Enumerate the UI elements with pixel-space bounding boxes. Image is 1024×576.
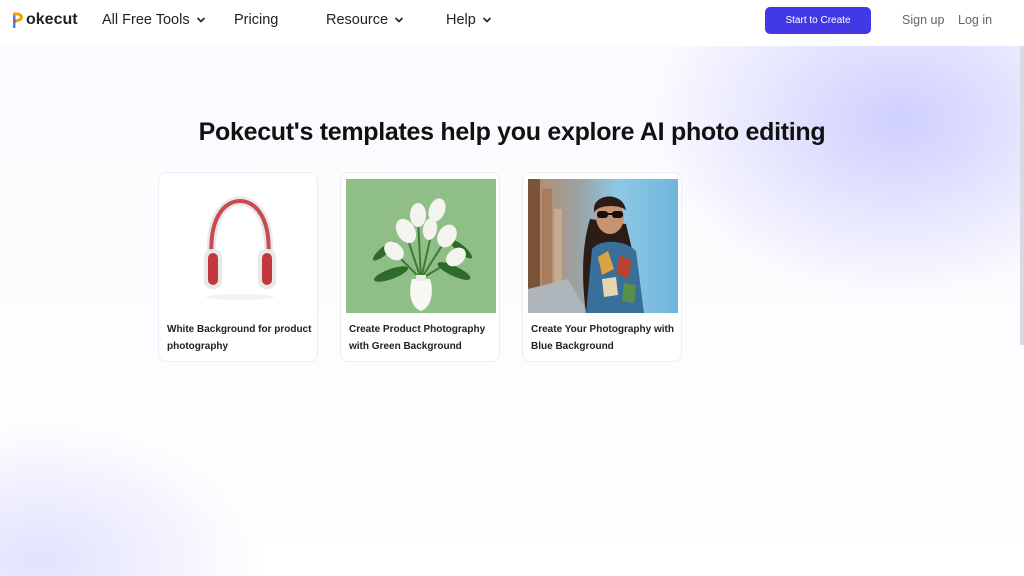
template-card-blue-background[interactable]: Create Your Photography with Blue Backgr… (522, 172, 682, 362)
chevron-down-icon (482, 17, 491, 23)
logo[interactable]: okecut (13, 11, 78, 29)
logo-text: okecut (26, 11, 78, 28)
top-nav: okecut All Free Tools Pricing Resource H… (0, 0, 1024, 46)
log-in-link[interactable]: Log in (958, 13, 992, 27)
sign-up-link[interactable]: Sign up (902, 13, 944, 27)
nav-pricing[interactable]: Pricing (234, 12, 278, 28)
woman-portrait-image (528, 179, 678, 313)
nav-label: Resource (326, 12, 389, 28)
headphones-image (164, 179, 314, 313)
scrollbar[interactable] (1020, 0, 1024, 345)
nav-label: All Free Tools (102, 12, 190, 28)
card-label: White Background for product photography (167, 324, 312, 352)
template-card-green-background[interactable]: Create Product Photography with Green Ba… (340, 172, 500, 362)
card-label: Create Your Photography with Blue Backgr… (531, 324, 674, 352)
card-label: Create Product Photography with Green Ba… (349, 324, 486, 352)
page-title: Pokecut's templates help you explore AI … (198, 118, 826, 146)
logo-icon (13, 12, 25, 28)
nav-label: Help (446, 12, 476, 28)
template-card-white-background[interactable]: White Background for product photography (158, 172, 318, 362)
chevron-down-icon (394, 17, 404, 23)
nav-help[interactable]: Help (446, 12, 492, 28)
start-to-create-button[interactable]: Start to Create (765, 7, 871, 34)
page-background (0, 0, 1024, 576)
nav-all-free-tools[interactable]: All Free Tools (102, 12, 206, 28)
nav-resource[interactable]: Resource (326, 12, 404, 28)
calla-lily-vase-image (346, 179, 496, 313)
nav-label: Pricing (234, 12, 279, 28)
chevron-down-icon (196, 17, 205, 23)
